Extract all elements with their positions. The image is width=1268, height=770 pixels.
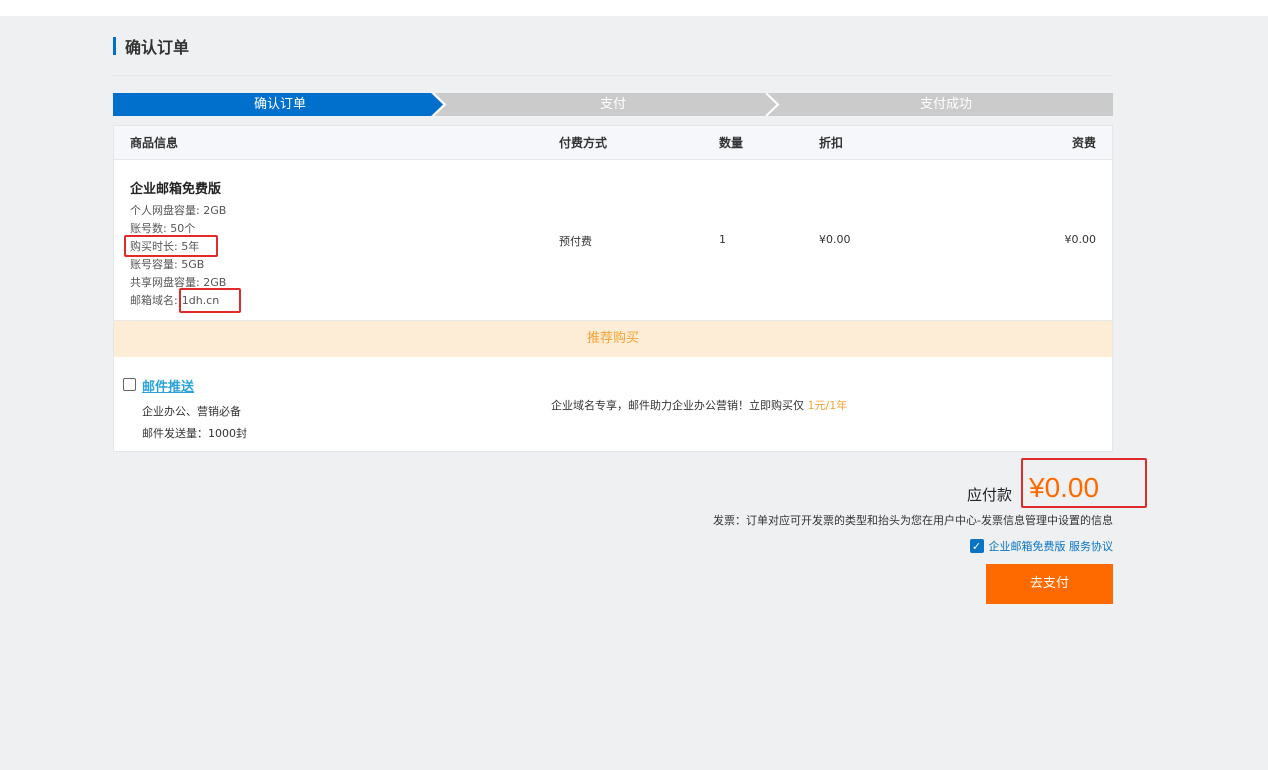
addon-desc-line2: 邮件发送量：1000封 [142, 427, 247, 440]
agreement-link[interactable]: 企业邮箱免费版 服务协议 [989, 538, 1114, 554]
addon-checkbox[interactable] [123, 378, 136, 391]
header-fee: 资费 [1071, 136, 1096, 150]
pay-button[interactable]: 去支付 [986, 564, 1113, 604]
header-quantity: 数量 [719, 136, 744, 150]
header-discount: 折扣 [819, 136, 844, 150]
invoice-note: 发票：订单对应可开发票的类型和抬头为您在用户中心-发票信息管理中设置的信息 [713, 514, 1113, 527]
page-title: 确认订单 [125, 37, 190, 57]
agreement-row: ✓ 企业邮箱免费版 服务协议 [969, 538, 1114, 554]
step-payment-success: 支付成功 [919, 97, 972, 112]
recommend-bar: 推荐购买 [114, 321, 1112, 357]
addon-description: 企业办公、营销必备 邮件发送量：1000封 [142, 401, 247, 445]
product-fee: ¥0.00 [1064, 233, 1097, 246]
header-pay-method: 付费方式 [559, 136, 608, 150]
header-product: 商品信息 [130, 136, 179, 150]
title-accent-bar [113, 36, 116, 55]
page-header: 确认订单 [113, 16, 1113, 76]
amount-due-label: 应付款 [966, 486, 1012, 504]
product-quantity: 1 [719, 233, 726, 246]
addon-promo: 企业域名专享，邮件助力企业办公营销！立即购买仅 1元/1年 [551, 397, 847, 413]
duration-highlight-box [124, 235, 218, 257]
top-bar [0, 0, 1268, 16]
product-pay-method: 预付费 [559, 235, 592, 248]
step-payment: 支付 [599, 97, 626, 112]
table-header: 商品信息 付费方式 数量 折扣 资费 [114, 126, 1112, 160]
order-table: 商品信息 付费方式 数量 折扣 资费 企业邮箱免费版 个人网盘容量: 2GB 账… [113, 125, 1113, 452]
spec-personal-disk: 个人网盘容量: 2GB [130, 204, 227, 217]
order-container: 确认订单 确认订单 支付 支付成功 商品信息 付费方式 数量 折扣 资费 企业邮… [113, 16, 1113, 452]
addon-desc-line1: 企业办公、营销必备 [142, 405, 241, 418]
addon-row: 邮件推送 企业办公、营销必备 邮件发送量：1000封 企业域名专享，邮件助力企业… [114, 357, 1112, 451]
agreement-checkbox[interactable]: ✓ [969, 539, 984, 553]
step-confirm-order: 确认订单 [253, 97, 306, 112]
product-discount: ¥0.00 [819, 233, 851, 246]
addon-promo-price: 1元/1年 [807, 399, 848, 412]
addon-name-link[interactable]: 邮件推送 [142, 376, 194, 395]
product-name: 企业邮箱免费版 [130, 182, 222, 197]
product-row: 企业邮箱免费版 个人网盘容量: 2GB 账号数: 50个 购买时长: 5年 账号… [114, 160, 1112, 321]
spec-domain-label: 邮箱域名: [130, 294, 178, 307]
addon-promo-text: 企业域名专享，邮件助力企业办公营销！立即购买仅 [551, 399, 804, 412]
domain-highlight-box [179, 288, 241, 313]
amount-highlight-box [1021, 458, 1147, 508]
spec-account-capacity: 账号容量: 5GB [130, 258, 205, 271]
progress-steps: 确认订单 支付 支付成功 [113, 93, 1113, 116]
